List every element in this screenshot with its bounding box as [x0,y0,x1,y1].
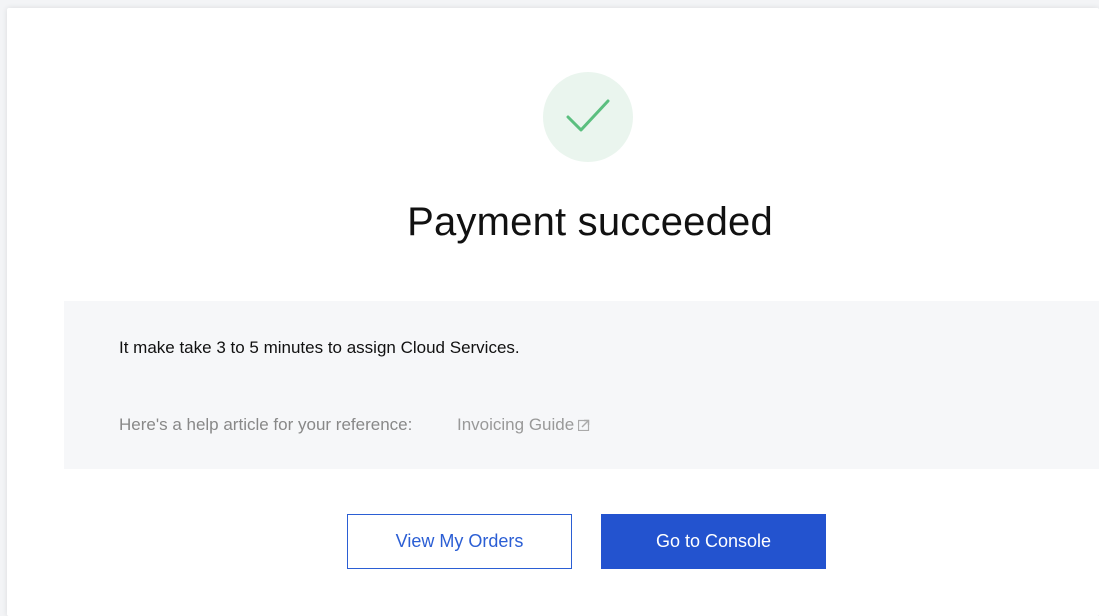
invoicing-guide-label: Invoicing Guide [457,415,575,434]
page-title: Payment succeeded [407,200,773,244]
view-my-orders-button[interactable]: View My Orders [347,514,572,569]
success-badge [543,72,633,162]
info-panel: It make take 3 to 5 minutes to assign Cl… [64,301,1099,469]
external-link-icon [578,419,590,431]
assignment-message: It make take 3 to 5 minutes to assign Cl… [119,338,520,357]
help-prefix: Here's a help article for your reference… [119,415,413,434]
invoicing-guide-link[interactable]: Invoicing Guide [457,415,590,435]
check-icon [566,99,610,132]
payment-result-card: Payment succeeded It make take 3 to 5 mi… [7,8,1099,616]
go-to-console-button[interactable]: Go to Console [601,514,826,569]
